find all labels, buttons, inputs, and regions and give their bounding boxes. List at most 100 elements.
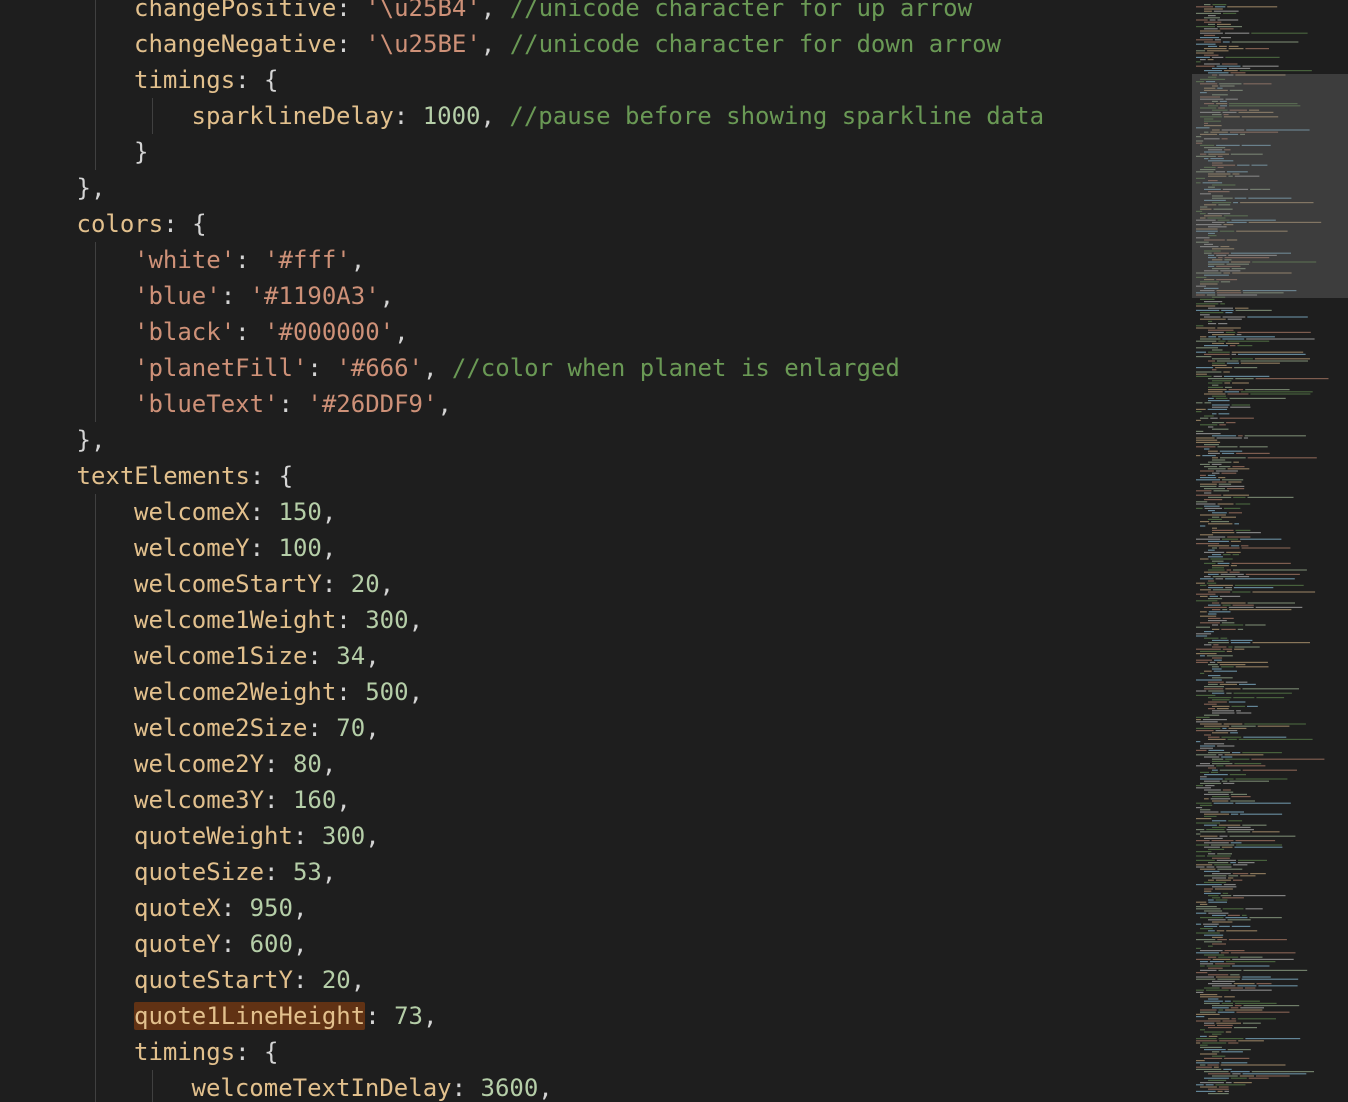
minimap-code-strip [1239,683,1256,685]
minimap-code-strip [1212,1007,1229,1009]
minimap-code-strip [1208,1079,1227,1081]
minimap-code-strip [1196,12,1221,14]
minimap-code-strip [1228,875,1239,877]
minimap-code-strip [1233,692,1292,694]
minimap-code-strip [1196,43,1216,45]
code-line[interactable]: quoteSize: 53, [0,854,1190,890]
minimap-code-strip [1236,334,1242,336]
code-line[interactable]: 'planetFill': '#666', //color when plane… [0,350,1190,386]
minimap-code-strip [1208,967,1223,969]
indent-guide [94,494,96,530]
punctuation-token: : { [163,210,207,238]
number-token: 20 [321,966,351,994]
minimap-code-strip [1241,978,1299,980]
minimap-code-strip [1196,864,1213,866]
minimap-code-strip [1208,604,1221,606]
minimap-code-strip [1242,914,1247,916]
code-line[interactable]: welcomeStartY: 20, [0,566,1190,602]
code-line[interactable]: textElements: { [0,458,1190,494]
minimap-code-strip [1208,569,1225,571]
code-line[interactable]: timings: { [0,1034,1190,1070]
code-line[interactable]: 'blue': '#1190A3', [0,278,1190,314]
code-line[interactable]: quoteStartY: 20, [0,962,1190,998]
minimap-code-strip [1218,1086,1229,1088]
property-token: changePositive [134,0,337,22]
minimap-code-strip [1215,6,1226,8]
indent-guide [94,566,96,602]
code-line[interactable]: changePositive: '\u25B4', //unicode char… [0,0,1190,26]
minimap-code-strip [1232,382,1249,384]
code-line[interactable]: changeNegative: '\u25BE', //unicode char… [0,26,1190,62]
minimap-code-strip [1208,853,1216,855]
code-line[interactable]: welcome1Size: 34, [0,638,1190,674]
minimap-code-strip [1204,492,1212,494]
minimap-code-strip [1230,989,1272,991]
minimap-code-strip [1220,624,1244,626]
code-line[interactable]: }, [0,422,1190,458]
minimap-code-strip [1230,800,1255,802]
code-line[interactable]: 'white': '#fff', [0,242,1190,278]
minimap-code-strip [1235,307,1249,309]
minimap-slider[interactable] [1192,74,1348,298]
code-line[interactable]: } [0,134,1190,170]
minimap-code-strip [1242,824,1267,826]
code-line[interactable]: quoteWeight: 300, [0,818,1190,854]
minimap-code-strip [1238,859,1267,861]
code-line[interactable]: 'blueText': '#26DDF9', [0,386,1190,422]
minimap-code-strip [1212,877,1226,879]
minimap-code-strip [1196,26,1215,28]
minimap-code-strip [1212,1033,1222,1035]
code-line[interactable]: quoteX: 950, [0,890,1190,926]
minimap-code-strip [1222,479,1244,481]
minimap-code-strip [1240,362,1280,364]
punctuation-token: : [307,642,337,670]
minimap-code-strip [1208,681,1224,683]
string-token: 'planetFill' [134,354,308,382]
minimap-code-strip [1204,954,1225,956]
minimap-code-strip [1231,813,1239,815]
code-editor[interactable]: changePositive: '\u25B4', //unicode char… [0,0,1190,1102]
minimap-code-strip [1212,428,1229,430]
code-line[interactable]: welcomeY: 100, [0,530,1190,566]
code-line[interactable]: welcome2Weight: 500, [0,674,1190,710]
minimap-code-strip [1219,664,1246,666]
code-line-content: } [134,134,148,170]
code-line[interactable]: quoteY: 600, [0,926,1190,962]
code-line[interactable]: timings: { [0,62,1190,98]
minimap-code-strip [1196,501,1208,503]
code-line[interactable]: welcome3Y: 160, [0,782,1190,818]
minimap-code-strip [1230,565,1237,567]
minimap-code-strip [1228,389,1244,391]
minimap-code-strip [1196,947,1201,949]
minimap-code-strip [1204,1002,1220,1004]
minimap-code-strip [1228,45,1239,47]
code-line-content: welcome3Y: 160, [134,782,351,818]
minimap-code-strip [1233,569,1307,571]
code-line[interactable]: welcome2Size: 70, [0,710,1190,746]
minimap-code-strip [1204,842,1229,844]
code-line[interactable]: quote1LineHeight: 73, [0,998,1190,1034]
minimap-code-strip [1228,67,1251,69]
minimap-code-strip [1196,430,1204,432]
minimap-code-strip [1208,1088,1229,1090]
minimap[interactable] [1190,0,1348,1102]
code-line[interactable]: welcomeTextInDelay: 3600, [0,1070,1190,1102]
minimap-code-strip [1208,613,1217,615]
code-lines[interactable]: changePositive: '\u25B4', //unicode char… [0,0,1190,1102]
property-token: quoteStartY [134,966,293,994]
punctuation-token: , [292,894,308,922]
minimap-code-strip [1200,1044,1208,1046]
code-line[interactable]: 'black': '#000000', [0,314,1190,350]
code-line[interactable]: welcome1Weight: 300, [0,602,1190,638]
minimap-code-strip [1227,340,1270,342]
minimap-code-strip [1215,578,1224,580]
minimap-code-strip [1257,725,1290,727]
code-line[interactable]: colors: { [0,206,1190,242]
code-line[interactable]: welcomeX: 150, [0,494,1190,530]
minimap-code-strip [1212,404,1230,406]
code-line[interactable]: welcome2Y: 80, [0,746,1190,782]
code-line[interactable]: }, [0,170,1190,206]
minimap-code-strip [1196,375,1212,377]
code-line[interactable]: sparklineDelay: 1000, //pause before sho… [0,98,1190,134]
minimap-code-strip [1245,624,1266,626]
